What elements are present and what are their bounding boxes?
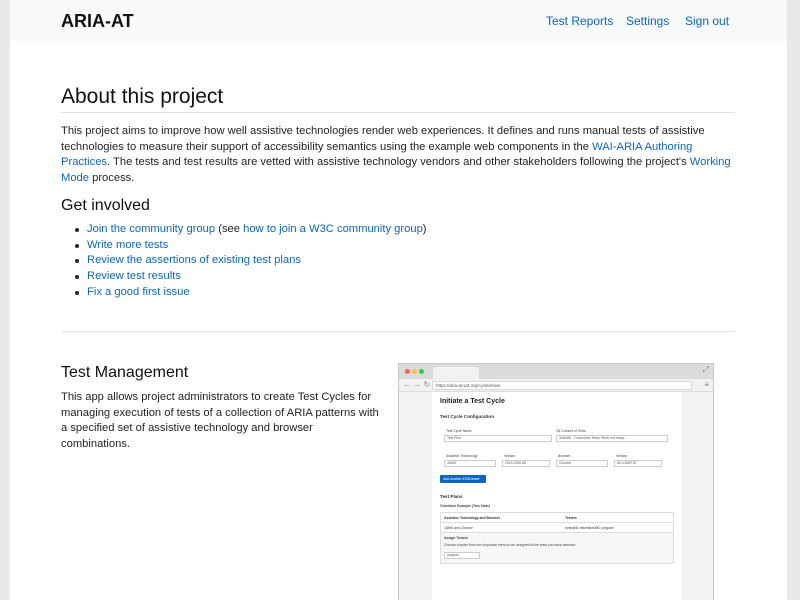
how-to-join-link[interactable]: how to join a W3C community group bbox=[243, 223, 423, 235]
col-testers: Testers bbox=[565, 516, 577, 520]
browser-titlebar: ⤢ bbox=[399, 364, 713, 379]
list-item: Write more tests bbox=[61, 238, 427, 254]
nav-settings[interactable]: Settings bbox=[626, 14, 669, 28]
review-results-link[interactable]: Review test results bbox=[87, 270, 181, 282]
about-text-2: . The tests and test results are vetted … bbox=[107, 156, 690, 169]
testers-table: Assistive Technology and Browser Testers… bbox=[440, 512, 674, 564]
get-involved-heading: Get involved bbox=[61, 197, 150, 214]
app-heading: Initiate a Test Cycle bbox=[440, 398, 505, 405]
nav-sign-out[interactable]: Sign out bbox=[685, 14, 729, 28]
row-at: JAWS and Chrome bbox=[444, 526, 473, 530]
brand-logo[interactable]: ARIA-AT bbox=[61, 11, 134, 32]
first-issue-link[interactable]: Fix a good first issue bbox=[87, 286, 190, 298]
test-management-text: This app allows project administrators t… bbox=[61, 391, 379, 451]
browser-toolbar: ← → ↻ https://aria-at.w3.org/cycles/new … bbox=[399, 379, 713, 392]
field-label: Test Cycle Name bbox=[446, 429, 472, 433]
field-label: Assistive Technology bbox=[446, 454, 478, 458]
field-label: Version bbox=[504, 454, 516, 458]
list-item: Review the assertions of existing test p… bbox=[61, 253, 427, 269]
page-title: About this project bbox=[61, 85, 224, 108]
at-select: JAWS bbox=[444, 460, 496, 467]
field-label: Browser bbox=[558, 454, 571, 458]
about-paragraph: This project aims to improve how well as… bbox=[61, 124, 741, 187]
app-panel: Initiate a Test Cycle Test Cycle Configu… bbox=[432, 392, 682, 600]
list-item-text: (see bbox=[215, 223, 244, 235]
app-screenshot: ⤢ ← → ↻ https://aria-at.w3.org/cycles/ne… bbox=[398, 363, 714, 600]
assign-hint: Choose a tester from the dropdown menu t… bbox=[444, 543, 576, 547]
page: ARIA-AT Test Reports Settings Sign out A… bbox=[10, 0, 787, 600]
assign-title: Assign Testers bbox=[444, 536, 469, 540]
get-involved-list: Join the community group (see how to joi… bbox=[61, 222, 427, 301]
divider bbox=[61, 331, 735, 332]
nav-test-reports[interactable]: Test Reports bbox=[546, 14, 613, 28]
assign-tester-select: jongund bbox=[444, 552, 480, 559]
test-plans-title: Test Plans bbox=[440, 494, 463, 499]
browser-nav-icon: ← → ↻ bbox=[403, 380, 431, 389]
at-version-input: 2019.1906.68 bbox=[502, 460, 550, 467]
divider bbox=[61, 112, 735, 113]
address-bar: https://aria-at.w3.org/cycles/new bbox=[432, 381, 692, 390]
minimize-dot-icon bbox=[412, 369, 417, 374]
list-item: Review test results bbox=[61, 269, 427, 285]
review-assertions-link[interactable]: Review the assertions of existing test p… bbox=[87, 254, 301, 266]
list-item-text: ) bbox=[422, 223, 427, 235]
browser-tab bbox=[433, 367, 479, 379]
about-text-3: process. bbox=[89, 172, 135, 185]
plan-name: Checkbox Example (Two State) bbox=[440, 504, 491, 508]
expand-icon: ⤢ bbox=[702, 365, 709, 374]
git-commit-select: 3c5e4f6 - Combobox Tests: Work not ready… bbox=[556, 435, 668, 442]
menu-icon: ≡ bbox=[704, 380, 709, 389]
maximize-dot-icon bbox=[419, 369, 424, 374]
browser-select: Chrome bbox=[556, 460, 608, 467]
field-label: Git Commit of Tests bbox=[556, 429, 586, 433]
config-title: Test Cycle Configuration bbox=[440, 414, 495, 419]
field-label: Version bbox=[616, 454, 628, 458]
col-at: Assistive Technology and Browser bbox=[444, 516, 501, 520]
assign-testers-panel: Assign Testers Choose a tester from the … bbox=[441, 533, 673, 563]
write-tests-link[interactable]: Write more tests bbox=[87, 239, 168, 251]
close-dot-icon bbox=[405, 369, 410, 374]
row-testers: evan@6, mikemike380, jongund bbox=[565, 526, 614, 530]
join-community-link[interactable]: Join the community group bbox=[87, 223, 215, 235]
table-row: JAWS and Chrome evan@6, mikemike380, jon… bbox=[441, 523, 673, 533]
test-management-heading: Test Management bbox=[61, 364, 189, 381]
browser-version-input: 80.0.3987.87 bbox=[614, 460, 662, 467]
navbar: ARIA-AT Test Reports Settings Sign out bbox=[10, 0, 787, 41]
list-item: Join the community group (see how to joi… bbox=[61, 222, 427, 238]
cycle-name-input: Test Pilot bbox=[444, 435, 552, 442]
list-item: Fix a good first issue bbox=[61, 285, 427, 301]
add-at-browser-button: Add another AT/Browser bbox=[440, 475, 486, 483]
table-header: Assistive Technology and Browser Testers bbox=[441, 513, 673, 523]
app-content: Initiate a Test Cycle Test Cycle Configu… bbox=[399, 392, 713, 600]
